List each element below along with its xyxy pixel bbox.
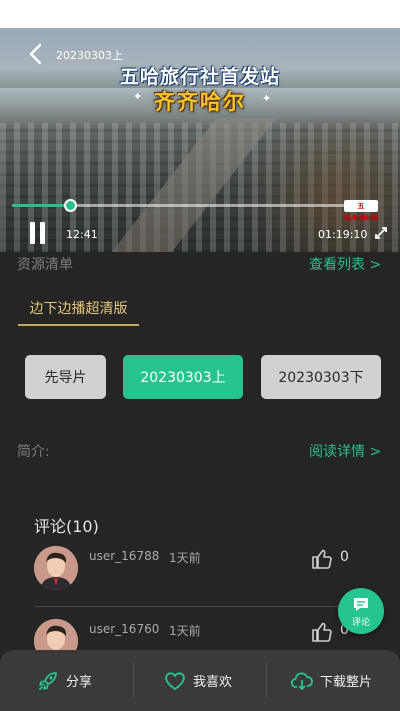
- version-tab[interactable]: 边下边播超清版: [18, 298, 139, 326]
- total-time: 01:19:10: [318, 228, 368, 241]
- bottom-action-bar: 分享 我喜欢 下载整片: [0, 650, 400, 711]
- intro-label: 简介:: [17, 444, 50, 460]
- download-label: 下载整片: [320, 675, 373, 690]
- share-button[interactable]: 分享: [36, 650, 92, 711]
- current-time: 12:41: [66, 228, 98, 241]
- comment-divider: [34, 606, 346, 607]
- heart-icon: [165, 671, 185, 690]
- view-list-link[interactable]: 查看列表 >: [309, 254, 381, 274]
- favorite-label: 我喜欢: [193, 675, 233, 690]
- episode-button-part2[interactable]: 20230303下: [261, 355, 381, 399]
- resources-label: 资源清单: [17, 257, 73, 273]
- sparkle-icon: ✦: [262, 92, 272, 105]
- channel-logo: 五哈/bilibili: [344, 200, 378, 222]
- comments-title: 评论(10): [34, 517, 99, 536]
- video-overlay-caption: 五哈旅行社首发站: [119, 66, 280, 88]
- comment-username: user_16788: [89, 549, 160, 563]
- favorite-button[interactable]: 我喜欢: [163, 650, 232, 711]
- read-more-link[interactable]: 阅读详情 >: [309, 441, 381, 461]
- video-overlay-city: 齐齐哈尔: [154, 90, 246, 114]
- pause-icon: [30, 222, 35, 244]
- avatar-icon: [34, 546, 78, 590]
- thumbs-up-icon[interactable]: [310, 547, 334, 571]
- like-count: 0: [340, 549, 349, 565]
- seek-progress: [12, 204, 70, 207]
- download-button[interactable]: 下载整片: [290, 650, 372, 711]
- comment-time: 1天前: [169, 624, 201, 638]
- cloud-download-icon: [290, 672, 313, 690]
- comment-fab-button[interactable]: 评论: [338, 588, 384, 634]
- seek-bar[interactable]: [12, 199, 346, 212]
- comment-item: user_16788 1天前 0: [0, 544, 400, 604]
- fullscreen-icon[interactable]: [372, 224, 390, 242]
- sparkle-icon: ✦: [133, 90, 143, 103]
- comment-time: 1天前: [169, 551, 201, 565]
- comment-bubble-icon: [354, 598, 368, 611]
- episode-button-active[interactable]: 20230303上: [123, 355, 243, 399]
- comment-fab-label: 评论: [351, 618, 370, 628]
- thumbs-up-icon[interactable]: [310, 620, 334, 644]
- video-title: 20230303上: [56, 49, 123, 62]
- episode-button-pilot[interactable]: 先导片: [25, 355, 106, 399]
- avatar[interactable]: [34, 546, 78, 590]
- comment-username: user_16760: [89, 622, 160, 636]
- bottom-bar-divider: [133, 662, 134, 698]
- rocket-icon: [39, 671, 57, 690]
- share-label: 分享: [66, 675, 93, 690]
- pause-button[interactable]: [30, 222, 48, 244]
- seek-thumb[interactable]: [63, 199, 77, 212]
- bottom-bar-divider: [266, 662, 267, 698]
- status-bar: [0, 0, 400, 28]
